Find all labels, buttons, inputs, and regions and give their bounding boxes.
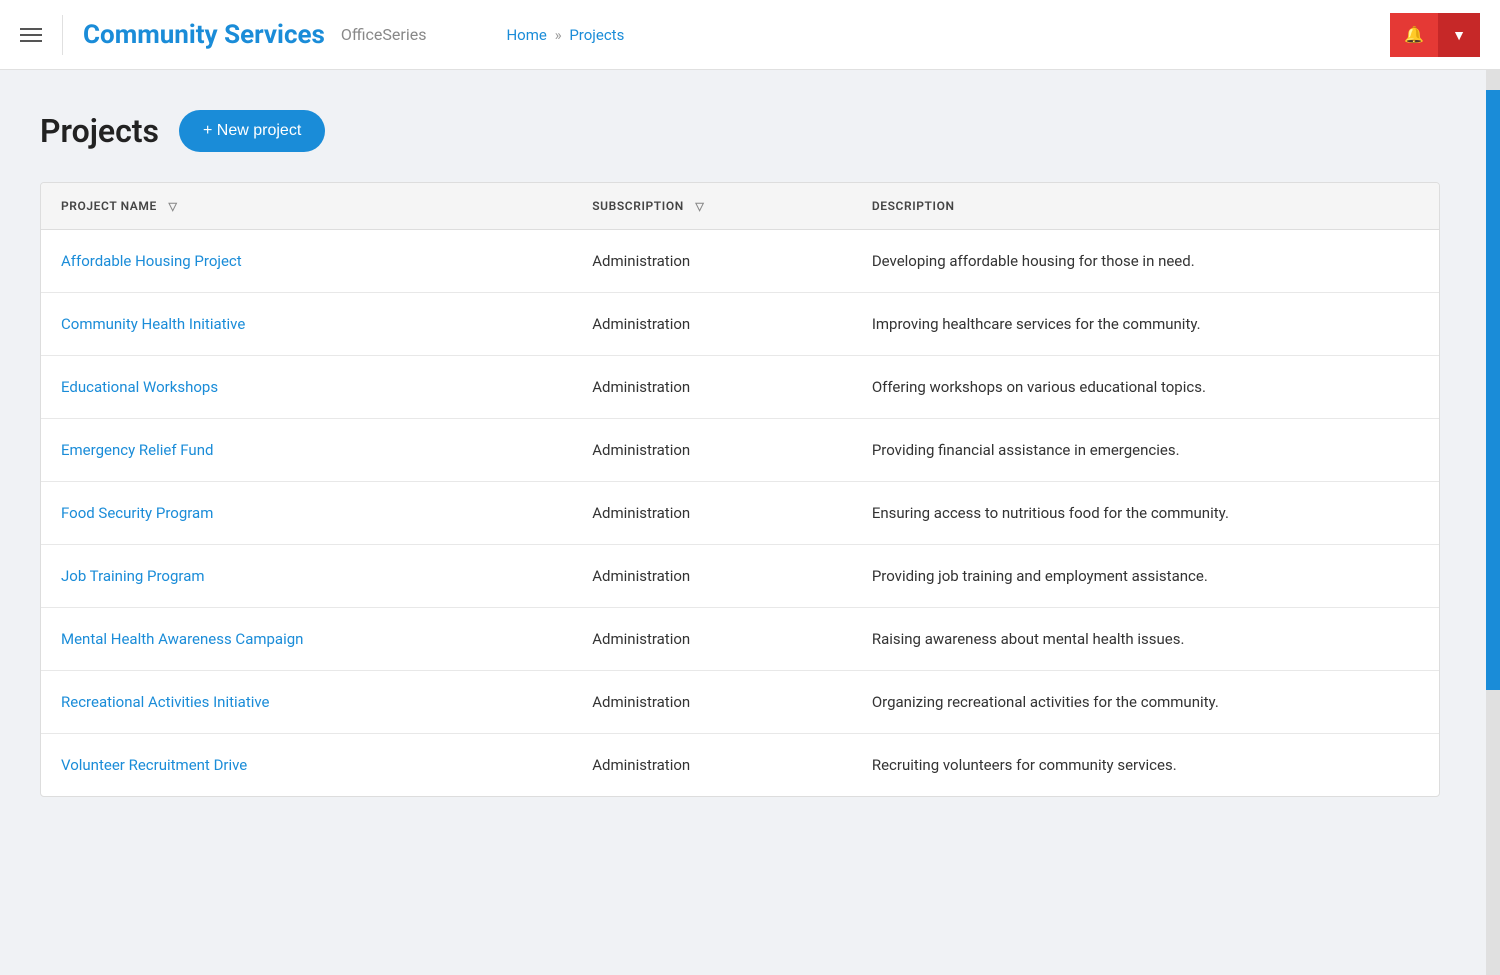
project-name-link[interactable]: Job Training Program: [61, 567, 205, 585]
column-header-description: DESCRIPTION: [852, 183, 1439, 230]
description-cell: Raising awareness about mental health is…: [852, 608, 1439, 671]
project-name-link[interactable]: Recreational Activities Initiative: [61, 693, 270, 711]
page-header: Projects + New project: [40, 110, 1460, 152]
app-title: Community Services: [83, 20, 325, 50]
project-name-cell: Recreational Activities Initiative: [41, 671, 572, 734]
project-name-link[interactable]: Emergency Relief Fund: [61, 441, 213, 459]
table-row: Community Health Initiative Administratio…: [41, 293, 1439, 356]
table-row: Emergency Relief Fund AdministrationProvi…: [41, 419, 1439, 482]
description-cell: Recruiting volunteers for community serv…: [852, 734, 1439, 797]
new-project-button[interactable]: + New project: [179, 110, 325, 152]
description-cell: Providing job training and employment as…: [852, 545, 1439, 608]
project-name-cell: Volunteer Recruitment Drive: [41, 734, 572, 797]
filter-icon-project-name[interactable]: ▽: [168, 200, 177, 213]
description-cell: Organizing recreational activities for t…: [852, 671, 1439, 734]
header-right: 🔔 ▼: [1390, 13, 1480, 57]
column-header-project-name: PROJECT NAME ▽: [41, 183, 572, 230]
projects-table: PROJECT NAME ▽ SUBSCRIPTION ▽ DESCRIPTIO…: [41, 183, 1439, 796]
main-content: Projects + New project PROJECT NAME ▽ SU…: [0, 70, 1500, 837]
project-name-link[interactable]: Volunteer Recruitment Drive: [61, 756, 247, 774]
description-cell: Providing financial assistance in emerge…: [852, 419, 1439, 482]
project-name-cell: Food Security Program: [41, 482, 572, 545]
project-name-cell: Community Health Initiative: [41, 293, 572, 356]
project-name-link[interactable]: Educational Workshops: [61, 378, 218, 396]
app-header: Community Services OfficeSeries Home » P…: [0, 0, 1500, 70]
app-subtitle: OfficeSeries: [341, 25, 427, 44]
notification-button[interactable]: 🔔: [1390, 13, 1438, 57]
subscription-cell: Administration: [572, 293, 852, 356]
table-row: Mental Health Awareness Campaign Administ…: [41, 608, 1439, 671]
project-name-cell: Job Training Program: [41, 545, 572, 608]
subscription-cell: Administration: [572, 356, 852, 419]
description-cell: Ensuring access to nutritious food for t…: [852, 482, 1439, 545]
subscription-cell: Administration: [572, 482, 852, 545]
breadcrumb-separator: »: [555, 26, 562, 44]
table-row: Volunteer Recruitment Drive Administratio…: [41, 734, 1439, 797]
table-row: Job Training Program AdministrationProvid…: [41, 545, 1439, 608]
table-row: Affordable Housing Project Administration…: [41, 230, 1439, 293]
description-cell: Offering workshops on various educationa…: [852, 356, 1439, 419]
project-name-cell: Emergency Relief Fund: [41, 419, 572, 482]
breadcrumb: Home » Projects: [506, 26, 624, 44]
breadcrumb-current: Projects: [569, 26, 624, 44]
table-row: Food Security Program AdministrationEnsur…: [41, 482, 1439, 545]
menu-icon[interactable]: [20, 28, 42, 42]
description-cell: Improving healthcare services for the co…: [852, 293, 1439, 356]
description-cell: Developing affordable housing for those …: [852, 230, 1439, 293]
project-name-link[interactable]: Food Security Program: [61, 504, 213, 522]
subscription-cell: Administration: [572, 734, 852, 797]
table-row: Educational Workshops AdministrationOffer…: [41, 356, 1439, 419]
project-name-link[interactable]: Mental Health Awareness Campaign: [61, 630, 303, 648]
subscription-cell: Administration: [572, 671, 852, 734]
page-title: Projects: [40, 112, 159, 150]
subscription-cell: Administration: [572, 230, 852, 293]
project-name-link[interactable]: Community Health Initiative: [61, 315, 245, 333]
project-name-cell: Educational Workshops: [41, 356, 572, 419]
table-header-row: PROJECT NAME ▽ SUBSCRIPTION ▽ DESCRIPTIO…: [41, 183, 1439, 230]
header-divider: [62, 15, 63, 55]
project-name-cell: Mental Health Awareness Campaign: [41, 608, 572, 671]
breadcrumb-home[interactable]: Home: [506, 26, 546, 44]
subscription-cell: Administration: [572, 419, 852, 482]
subscription-cell: Administration: [572, 608, 852, 671]
project-name-cell: Affordable Housing Project: [41, 230, 572, 293]
column-header-subscription: SUBSCRIPTION ▽: [572, 183, 852, 230]
user-dropdown-button[interactable]: ▼: [1438, 13, 1480, 57]
subscription-cell: Administration: [572, 545, 852, 608]
filter-icon-subscription[interactable]: ▽: [695, 200, 704, 213]
project-name-link[interactable]: Affordable Housing Project: [61, 252, 242, 270]
projects-table-container: PROJECT NAME ▽ SUBSCRIPTION ▽ DESCRIPTIO…: [40, 182, 1440, 797]
table-row: Recreational Activities Initiative Admini…: [41, 671, 1439, 734]
